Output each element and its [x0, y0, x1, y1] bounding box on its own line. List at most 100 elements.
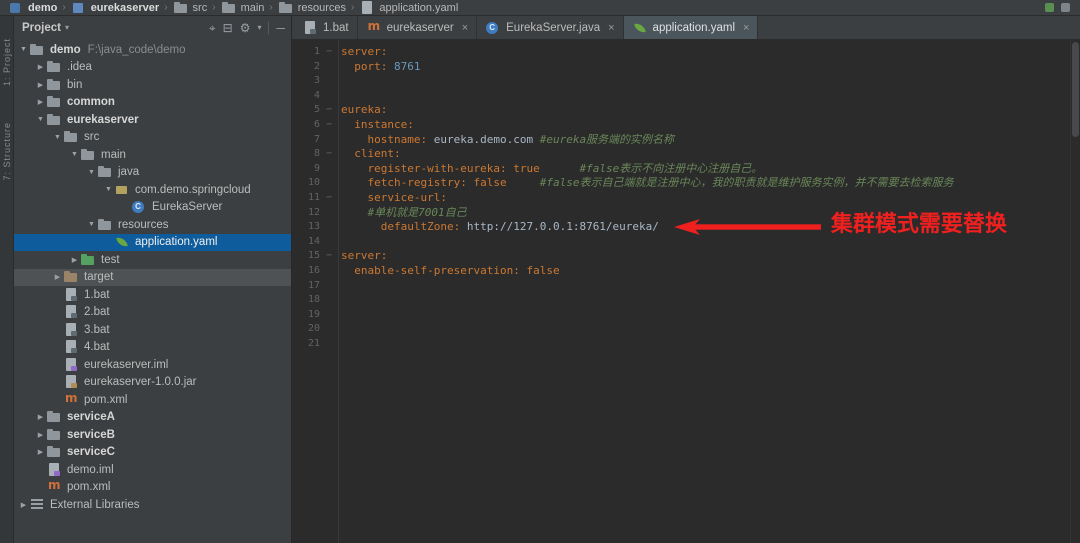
- chevron-expanded-icon[interactable]: ▼: [18, 46, 29, 53]
- hide-panel-icon[interactable]: ─: [276, 22, 285, 34]
- code-line[interactable]: 1− server:: [292, 45, 1070, 60]
- chevron-expanded-icon[interactable]: ▼: [86, 221, 97, 228]
- breadcrumb-item[interactable]: main: [219, 1, 267, 15]
- tree-row[interactable]: ▶ serviceC: [14, 444, 291, 462]
- code-line[interactable]: 8− client:: [292, 147, 1070, 162]
- tree-row[interactable]: eurekaserver-1.0.0.jar: [14, 374, 291, 392]
- fold-marker-icon[interactable]: −: [320, 118, 338, 133]
- tree-item-label: eurekaserver: [67, 113, 139, 126]
- tree-row[interactable]: 1.bat: [14, 286, 291, 304]
- breadcrumb-item[interactable]: src: [171, 1, 210, 15]
- gray-status-icon[interactable]: [1061, 3, 1070, 12]
- tree-row[interactable]: application.yaml: [14, 233, 291, 251]
- chevron-collapsed-icon[interactable]: ▶: [35, 81, 46, 89]
- fold-marker-icon[interactable]: −: [320, 147, 338, 162]
- tab-label: EurekaServer.java: [506, 21, 601, 34]
- code-line[interactable]: 4: [292, 89, 1070, 104]
- tool-stripe-project-button[interactable]: 1: Project: [2, 38, 12, 86]
- fold-marker-icon[interactable]: −: [320, 45, 338, 60]
- tree-row[interactable]: ▼ demo F:\java_code\demo: [14, 41, 291, 59]
- tree-row[interactable]: ▼ resources: [14, 216, 291, 234]
- chevron-collapsed-icon[interactable]: ▶: [18, 501, 29, 509]
- tree-row[interactable]: ▶ target: [14, 268, 291, 286]
- breadcrumb-item[interactable]: resources: [276, 1, 348, 15]
- close-tab-icon[interactable]: ×: [743, 22, 749, 34]
- editor-scrollbar[interactable]: [1070, 40, 1080, 543]
- close-tab-icon[interactable]: ×: [608, 22, 614, 34]
- chevron-expanded-icon[interactable]: ▼: [69, 151, 80, 158]
- tree-row[interactable]: ▼ main: [14, 146, 291, 164]
- tree-row[interactable]: pom.xml: [14, 391, 291, 409]
- code-line[interactable]: 3: [292, 74, 1070, 89]
- code-line[interactable]: 2 port: 8761: [292, 60, 1070, 75]
- scrollbar-thumb[interactable]: [1072, 42, 1079, 137]
- code-line[interactable]: 6− instance:: [292, 118, 1070, 133]
- code-line[interactable]: 16 enable-self-preservation: false: [292, 264, 1070, 279]
- breadcrumb-item[interactable]: application.yaml: [357, 0, 460, 15]
- code-line[interactable]: 10 fetch-registry: false #false表示自己端就是注册…: [292, 176, 1070, 191]
- code-area[interactable]: 1− server: 2 port: 8761 3 4 5− eureka: 6− insta…: [292, 40, 1070, 543]
- tree-row[interactable]: ▶ test: [14, 251, 291, 269]
- editor-tab[interactable]: 1.bat: [294, 16, 358, 39]
- tree-row[interactable]: demo.iml: [14, 461, 291, 479]
- tree-row[interactable]: 4.bat: [14, 339, 291, 357]
- tree-row[interactable]: ▶ bin: [14, 76, 291, 94]
- settings-gear-icon[interactable]: ⚙: [240, 22, 251, 34]
- tree-row[interactable]: 3.bat: [14, 321, 291, 339]
- tree-row[interactable]: EurekaServer: [14, 199, 291, 217]
- chevron-collapsed-icon[interactable]: ▶: [35, 98, 46, 106]
- tree-row[interactable]: ▶ serviceB: [14, 426, 291, 444]
- editor-tab[interactable]: application.yaml ×: [623, 16, 759, 39]
- tree-row[interactable]: ▼ com.demo.springcloud: [14, 181, 291, 199]
- chevron-collapsed-icon[interactable]: ▶: [52, 273, 63, 281]
- close-tab-icon[interactable]: ×: [462, 22, 468, 34]
- chevron-expanded-icon[interactable]: ▼: [103, 186, 114, 193]
- chevron-collapsed-icon[interactable]: ▶: [35, 448, 46, 456]
- tree-row[interactable]: ▶ serviceA: [14, 409, 291, 427]
- tree-row[interactable]: ▶ .idea: [14, 59, 291, 77]
- code-text: eureka:: [338, 103, 387, 118]
- code-token: #false表示自己端就是注册中心，我的职责就是维护服务实例，并不需要去检索服务: [539, 176, 954, 190]
- tree-row[interactable]: ▼ src: [14, 129, 291, 147]
- green-status-icon[interactable]: [1045, 3, 1054, 12]
- code-line[interactable]: 5− eureka:: [292, 103, 1070, 118]
- tree-row[interactable]: ▼ eurekaserver: [14, 111, 291, 129]
- code-line[interactable]: 7 hostname: eureka.demo.com #eureka服务端的实…: [292, 133, 1070, 148]
- editor-tab[interactable]: eurekaserver ×: [358, 16, 478, 39]
- chevron-expanded-icon[interactable]: ▼: [52, 134, 63, 141]
- breadcrumb-item[interactable]: demo: [6, 1, 59, 15]
- chevron-collapsed-icon[interactable]: ▶: [35, 413, 46, 421]
- breadcrumb-item[interactable]: eurekaserver: [69, 1, 162, 15]
- code-line[interactable]: 9 register-with-eureka: true #false表示不向注…: [292, 162, 1070, 177]
- editor-tab[interactable]: EurekaServer.java ×: [477, 16, 624, 39]
- code-line[interactable]: 17: [292, 279, 1070, 294]
- code-line[interactable]: 20: [292, 322, 1070, 337]
- chevron-collapsed-icon[interactable]: ▶: [35, 63, 46, 71]
- tree-row[interactable]: eurekaserver.iml: [14, 356, 291, 374]
- select-opened-file-icon[interactable]: ⌖: [209, 22, 216, 34]
- chevron-expanded-icon[interactable]: ▼: [35, 116, 46, 123]
- tree-row[interactable]: ▶ External Libraries: [14, 496, 291, 514]
- fold-marker-icon[interactable]: −: [320, 103, 338, 118]
- code-line[interactable]: 18: [292, 293, 1070, 308]
- chevron-expanded-icon[interactable]: ▼: [86, 169, 97, 176]
- tree-row[interactable]: ▼ java: [14, 164, 291, 182]
- chevron-collapsed-icon[interactable]: ▶: [69, 256, 80, 264]
- chevron-collapsed-icon[interactable]: ▶: [35, 431, 46, 439]
- code-line[interactable]: 21: [292, 337, 1070, 352]
- tree-row[interactable]: pom.xml: [14, 478, 291, 497]
- tool-stripe-structure-button[interactable]: 7: Structure: [2, 122, 12, 181]
- code-line[interactable]: 15− server:: [292, 249, 1070, 264]
- chevron-down-icon[interactable]: ▾: [257, 23, 261, 32]
- chevron-down-icon[interactable]: ▾: [65, 23, 69, 32]
- fold-marker-icon[interactable]: −: [320, 249, 338, 264]
- tree-row[interactable]: ▶ common: [14, 94, 291, 112]
- project-panel-title[interactable]: Project: [22, 22, 61, 34]
- code-line[interactable]: 11− service-url:: [292, 191, 1070, 206]
- tree-item-label: demo.iml: [67, 463, 114, 476]
- tree-row[interactable]: 2.bat: [14, 304, 291, 322]
- collapse-all-icon[interactable]: ⊟: [223, 22, 233, 34]
- fold-marker-icon[interactable]: −: [320, 191, 338, 206]
- code-line[interactable]: 13 defaultZone: http://127.0.0.1:8761/eu…: [292, 214, 1070, 236]
- code-line[interactable]: 19: [292, 308, 1070, 323]
